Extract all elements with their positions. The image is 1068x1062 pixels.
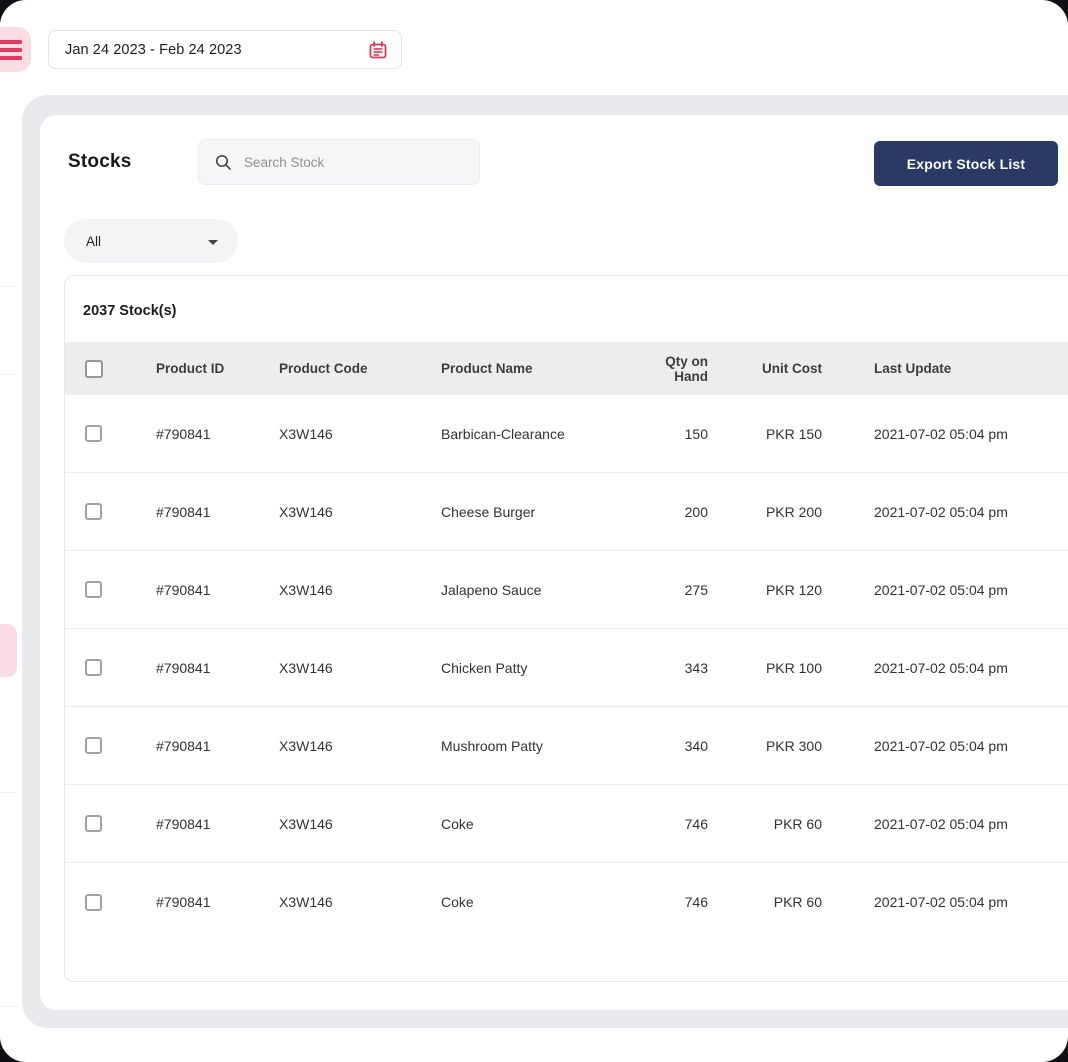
cell-last-update: 2021-07-02 05:04 pm [874,581,1008,598]
cell-product-name: Barbican-Clearance [441,425,565,442]
cell-product-name: Chicken Patty [441,659,528,676]
table-row: #790841 X3W146 Coke 746 PKR 60 2021-07-0… [65,785,1068,863]
search-input[interactable] [232,154,479,170]
table-row: #790841 X3W146 Mushroom Patty 340 PKR 30… [65,707,1068,785]
sidebar-active-item[interactable] [0,624,17,677]
table-header-row: Product ID Product Code Product Name Qty… [65,342,1068,395]
row-checkbox[interactable] [85,815,102,833]
cell-unit-cost: PKR 150 [765,425,822,442]
cell-qty-on-hand: 150 [684,425,708,442]
cell-product-id: #790841 [156,581,211,598]
table-body: #790841 X3W146 Barbican-Clearance 150 PK… [65,395,1068,941]
cell-product-id: #790841 [156,737,211,754]
cell-unit-cost: PKR 60 [773,894,822,910]
col-qty-on-hand: Qty on Hand [665,353,708,384]
col-product-id: Product ID [156,361,225,376]
stocks-panel: Stocks Export Stock List All 2037 Stock(… [40,115,1068,1010]
date-range-value: Jan 24 2023 - Feb 24 2023 [65,41,242,58]
cell-product-code: X3W146 [279,815,333,832]
cell-last-update: 2021-07-02 05:04 pm [874,737,1008,754]
cell-product-code: X3W146 [279,581,333,598]
cell-last-update: 2021-07-02 05:04 pm [874,894,1008,910]
table-row: #790841 X3W146 Coke 746 PKR 60 2021-07-0… [65,863,1068,941]
cell-qty-on-hand: 200 [684,503,708,520]
export-stock-list-button[interactable]: Export Stock List [874,141,1058,186]
cell-product-name: Coke [441,894,474,910]
row-checkbox[interactable] [85,659,102,677]
select-all-checkbox[interactable] [85,359,103,378]
calendar-icon [369,40,387,58]
cell-product-id: #790841 [156,894,211,910]
row-checkbox[interactable] [85,503,102,521]
content-area: Stocks Export Stock List All 2037 Stock(… [22,95,1068,1028]
cell-product-name: Mushroom Patty [441,737,543,754]
chevron-down-icon [208,239,218,245]
col-product-code: Product Code [279,361,368,376]
row-checkbox[interactable] [85,425,102,443]
filter-dropdown[interactable]: All [64,219,238,263]
cell-last-update: 2021-07-02 05:04 pm [874,425,1008,442]
cell-qty-on-hand: 275 [684,581,708,598]
app-window: Jan 24 2023 - Feb 24 2023 Stocks Export … [0,0,1068,1062]
search-icon [215,154,231,170]
page-title: Stocks [68,151,132,172]
cell-product-code: X3W146 [279,659,333,676]
row-checkbox[interactable] [85,581,102,599]
sidebar [0,0,22,1062]
cell-product-name: Coke [441,815,474,832]
stocks-table: 2037 Stock(s) Product ID Product Code Pr… [64,275,1068,982]
table-row: #790841 X3W146 Chicken Patty 343 PKR 100… [65,629,1068,707]
date-range-picker[interactable]: Jan 24 2023 - Feb 24 2023 [48,30,402,69]
cell-product-code: X3W146 [279,503,333,520]
cell-product-id: #790841 [156,659,211,676]
col-product-name: Product Name [441,361,533,376]
cell-unit-cost: PKR 60 [773,815,822,832]
table-row: #790841 X3W146 Jalapeno Sauce 275 PKR 12… [65,551,1068,629]
stock-count: 2037 Stock(s) [83,303,177,319]
sidebar-divider [0,792,17,793]
cell-product-code: X3W146 [279,425,333,442]
sidebar-divider [0,374,17,375]
cell-product-name: Jalapeno Sauce [441,581,542,598]
cell-qty-on-hand: 746 [684,815,708,832]
cell-product-code: X3W146 [279,894,333,910]
col-unit-cost: Unit Cost [762,361,822,376]
row-checkbox[interactable] [85,737,102,755]
cell-last-update: 2021-07-02 05:04 pm [874,503,1008,520]
cell-qty-on-hand: 746 [684,894,708,910]
filter-selected-value: All [86,233,102,249]
cell-product-name: Cheese Burger [441,503,536,520]
sidebar-divider [0,1006,17,1007]
cell-qty-on-hand: 343 [684,659,708,676]
table-row: #790841 X3W146 Barbican-Clearance 150 PK… [65,395,1068,473]
col-last-update: Last Update [874,361,952,376]
cell-unit-cost: PKR 200 [765,503,822,520]
stock-search[interactable] [198,139,480,185]
cell-product-id: #790841 [156,425,211,442]
cell-unit-cost: PKR 100 [765,659,822,676]
menu-button[interactable] [0,27,31,72]
cell-product-id: #790841 [156,503,211,520]
table-row: #790841 X3W146 Cheese Burger 200 PKR 200… [65,473,1068,551]
cell-qty-on-hand: 340 [684,737,708,754]
cell-last-update: 2021-07-02 05:04 pm [874,815,1008,832]
cell-product-code: X3W146 [279,737,333,754]
row-checkbox[interactable] [85,893,102,911]
sidebar-divider [0,286,17,287]
cell-unit-cost: PKR 120 [765,581,822,598]
cell-unit-cost: PKR 300 [765,737,822,754]
cell-product-id: #790841 [156,815,211,832]
hamburger-icon [0,39,22,44]
cell-last-update: 2021-07-02 05:04 pm [874,659,1008,676]
